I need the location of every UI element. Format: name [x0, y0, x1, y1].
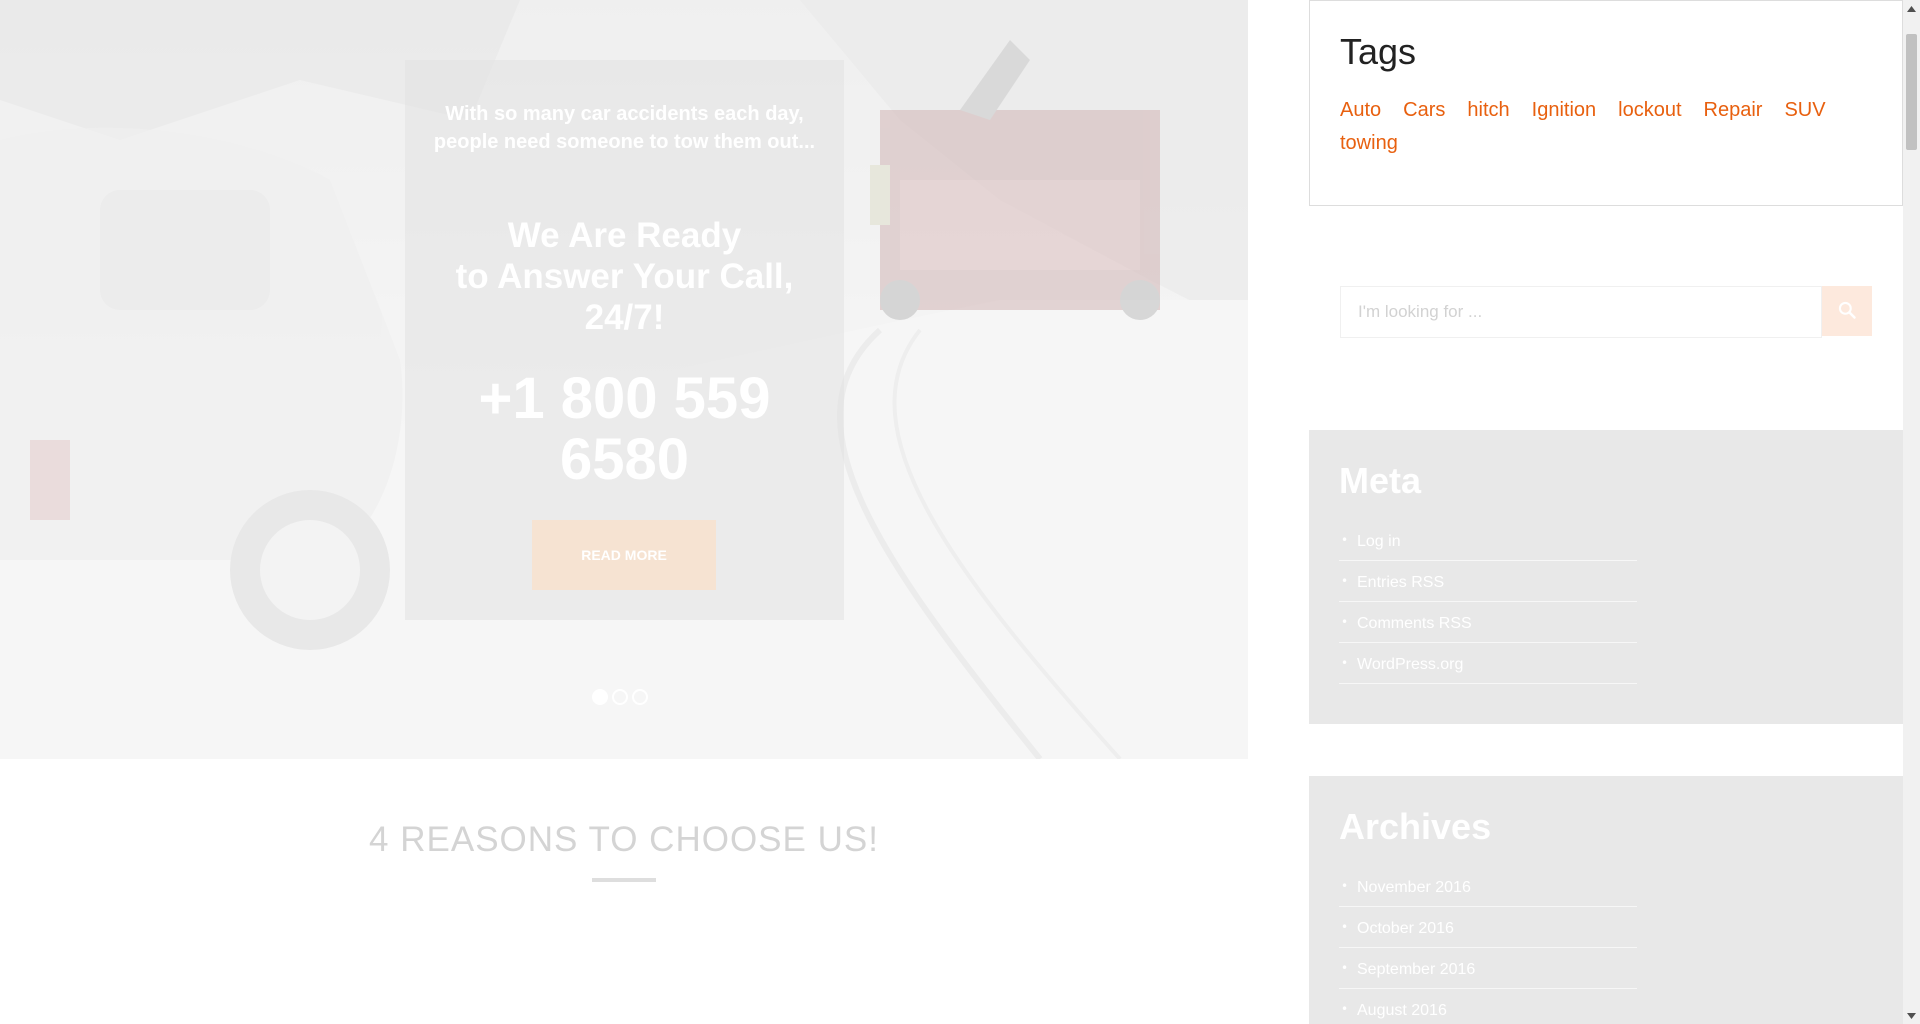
title-underline [592, 878, 656, 882]
slider-pagination [592, 689, 648, 705]
list-item: • Entries RSS [1339, 561, 1637, 602]
tags-widget: Tags Auto Cars hitch Ignition lockout Re… [1309, 0, 1903, 206]
list-item: • Comments RSS [1339, 602, 1637, 643]
archives-list: • November 2016 • October 2016 • September … [1339, 866, 1637, 1024]
meta-link-comments-rss[interactable]: Comments RSS [1357, 615, 1472, 632]
slide-intro-text: With so many car accidents each day, peo… [433, 103, 816, 153]
archive-link-oct-2016[interactable]: October 2016 [1357, 920, 1454, 937]
meta-title: Meta [1339, 460, 1422, 501]
tag-cloud: Auto Cars hitch Ignition lockout Repair … [1340, 98, 1860, 156]
page-scrollbar[interactable] [1903, 0, 1920, 1024]
list-item: • August 2016 [1339, 989, 1637, 1024]
archive-link-aug-2016[interactable]: August 2016 [1357, 1002, 1447, 1019]
search-widget [1340, 286, 1872, 338]
tags-title: Tags [1340, 31, 1417, 72]
scrollbar-thumb[interactable] [1906, 34, 1917, 150]
tag-lockout[interactable]: lockout [1618, 98, 1681, 123]
slider-dot-2[interactable] [612, 689, 628, 705]
meta-list: • Log in • Entries RSS • Comments RSS • Word… [1339, 520, 1637, 684]
search-button[interactable] [1822, 286, 1872, 336]
list-item: • WordPress.org [1339, 643, 1637, 684]
meta-link-login[interactable]: Log in [1357, 533, 1401, 550]
meta-link-entries-rss[interactable]: Entries RSS [1357, 574, 1444, 591]
search-icon [1837, 300, 1857, 323]
slider-dot-1[interactable] [592, 689, 608, 705]
meta-widget: Meta • Log in • Entries RSS • Comments RSS … [1309, 430, 1903, 724]
archives-widget: Archives • November 2016 • October 2016 • S… [1309, 776, 1903, 1024]
tag-auto[interactable]: Auto [1340, 98, 1381, 123]
meta-link-wordpress[interactable]: WordPress.org [1357, 656, 1463, 673]
read-more-button[interactable]: READ MORE [532, 520, 716, 590]
archive-link-sep-2016[interactable]: September 2016 [1357, 961, 1475, 978]
archives-title: Archives [1339, 806, 1492, 847]
search-input[interactable] [1340, 286, 1822, 338]
tag-suv[interactable]: SUV [1784, 98, 1825, 123]
page: With so many car accidents each day, peo… [0, 0, 1920, 1024]
hero-slider: With so many car accidents each day, peo… [0, 0, 1248, 759]
tag-towing[interactable]: towing [1340, 131, 1398, 156]
slider-dot-3[interactable] [632, 689, 648, 705]
tag-hitch[interactable]: hitch [1467, 98, 1509, 123]
phone-number: +1 800 559 6580 [478, 366, 771, 492]
slide-heading: We Are Ready to Answer Your Call, 24/7! [455, 216, 794, 337]
scroll-up-arrow-icon[interactable] [1903, 0, 1920, 17]
list-item: • October 2016 [1339, 907, 1637, 948]
archive-link-nov-2016[interactable]: November 2016 [1357, 879, 1471, 896]
list-item: • November 2016 [1339, 866, 1637, 907]
tag-repair[interactable]: Repair [1704, 98, 1763, 123]
tag-ignition[interactable]: Ignition [1532, 98, 1597, 123]
list-item: • September 2016 [1339, 948, 1637, 989]
slide-caption: With so many car accidents each day, peo… [405, 60, 844, 620]
scroll-down-arrow-icon[interactable] [1903, 1007, 1920, 1024]
reasons-title: 4 REASONS TO CHOOSE US! [369, 820, 879, 859]
reasons-section: 4 REASONS TO CHOOSE US! [0, 820, 1248, 882]
list-item: • Log in [1339, 520, 1637, 561]
tag-cars[interactable]: Cars [1403, 98, 1445, 123]
